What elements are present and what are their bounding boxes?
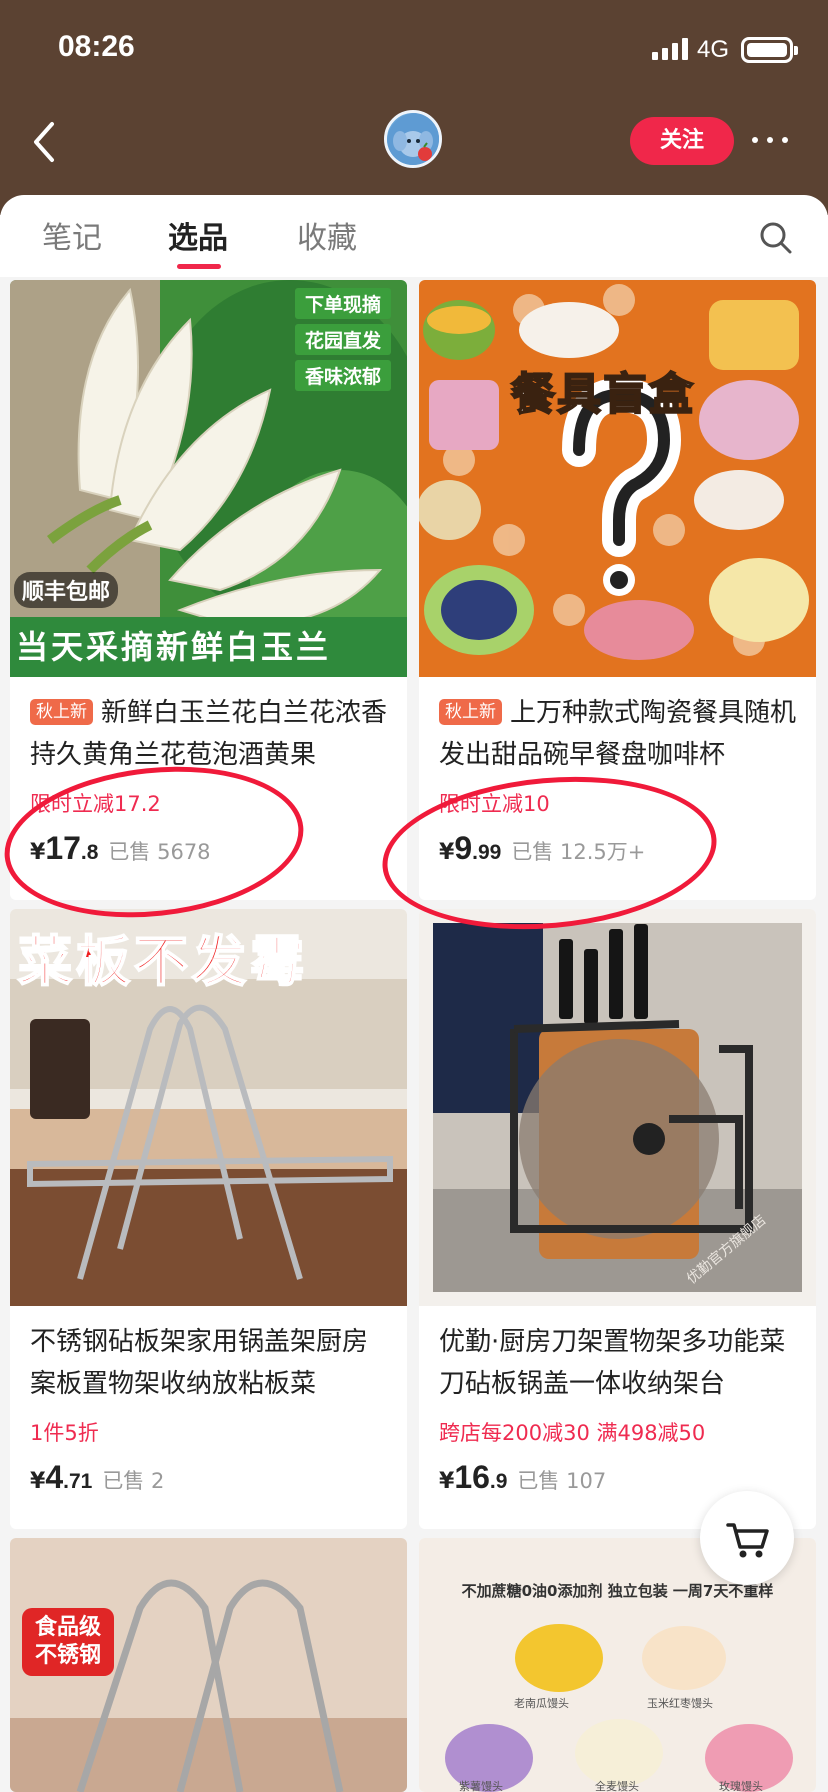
signal-icon [652, 38, 688, 60]
price-integer: 4 [45, 1459, 64, 1495]
cart-icon [726, 1523, 769, 1558]
product-title[interactable]: 优勤·厨房刀架置物架多功能菜刀砧板锅盖一体收纳架台 [439, 1321, 801, 1405]
back-arrow-icon[interactable] [28, 118, 64, 166]
product-card[interactable]: 优勤官方旗舰店 优勤·厨房刀架置物架多功能菜刀砧板锅盖一体收纳架台 跨店每200… [419, 909, 816, 1529]
bun-label: 玫瑰馒头 [719, 1780, 763, 1792]
price-integer: 16 [454, 1459, 490, 1495]
product-title[interactable]: 秋上新 新鲜白玉兰花白兰花浓香持久黄角兰花苞泡酒黄果 [30, 692, 392, 776]
bun-label: 玉米红枣馒头 [647, 1697, 713, 1710]
active-tab-indicator [177, 264, 221, 269]
tab-bar: 笔记 选品 收藏 [0, 195, 828, 277]
sold-count: 已售 107 [517, 1469, 607, 1493]
product-title[interactable]: 不锈钢砧板架家用锅盖架厨房案板置物架收纳放粘板菜 [30, 1321, 392, 1405]
image-caption: 菜板不发霉 [17, 929, 308, 994]
shipping-badge: 顺丰包邮 [14, 572, 119, 608]
avatar[interactable] [384, 110, 442, 168]
price-decimal: .9 [489, 1470, 508, 1493]
image-caption: 餐具盲盒 [510, 368, 695, 421]
search-icon[interactable] [758, 220, 794, 256]
sold-count: 已售 2 [102, 1469, 165, 1493]
price-row: ¥16.9 已售 107 [439, 1459, 606, 1496]
bun-label: 全麦馒头 [595, 1780, 639, 1792]
image-tag: 香味浓郁 [294, 360, 391, 391]
image-tag: 花园直发 [294, 324, 391, 355]
price-decimal: .71 [63, 1470, 93, 1493]
network-type: 4G [697, 36, 730, 63]
promo-text: 跨店每200减30 满498减50 [439, 1421, 706, 1445]
bun-label: 老南瓜馒头 [514, 1697, 569, 1710]
product-image[interactable]: 菜板不发霉 [10, 909, 407, 1306]
image-badge: 食品级不锈钢 [22, 1608, 114, 1676]
product-image[interactable]: 餐具盲盒 [419, 280, 816, 677]
product-image[interactable]: 优勤官方旗舰店 [419, 909, 816, 1306]
product-title[interactable]: 秋上新 上万种款式陶瓷餐具随机发出甜品碗早餐盘咖啡杯 [439, 692, 801, 776]
profile-header: 08:26 4G 关注 [0, 0, 828, 215]
image-caption: 当天采摘新鲜白玉兰 [16, 628, 332, 666]
new-badge: 秋上新 [439, 699, 502, 725]
tab-products[interactable]: 选品 [168, 213, 228, 257]
product-card[interactable]: 食品级不锈钢 [10, 1538, 407, 1792]
more-icon[interactable] [752, 128, 796, 152]
product-image[interactable]: 下单现摘 花园直发 香味浓郁 顺丰包邮 当天采摘新鲜白玉兰 [10, 280, 407, 677]
tab-favorites[interactable]: 收藏 [297, 213, 357, 257]
cart-button[interactable] [700, 1491, 794, 1585]
image-tag: 下单现摘 [294, 288, 391, 319]
currency-symbol: ¥ [439, 1469, 455, 1494]
follow-button[interactable]: 关注 [630, 117, 734, 165]
tab-notes[interactable]: 笔记 [42, 213, 102, 257]
promo-text: 1件5折 [30, 1421, 99, 1445]
currency-symbol: ¥ [30, 1469, 46, 1494]
product-card[interactable]: 菜板不发霉 不锈钢砧板架家用锅盖架厨房案板置物架收纳放粘板菜 1件5折 ¥4.7… [10, 909, 407, 1529]
price-row: ¥4.71 已售 2 [30, 1459, 164, 1496]
battery-icon [741, 37, 798, 63]
product-image[interactable]: 食品级不锈钢 [10, 1538, 407, 1792]
new-badge: 秋上新 [30, 699, 93, 725]
status-time: 08:26 [58, 30, 135, 63]
bun-label: 紫薯馒头 [459, 1780, 503, 1792]
